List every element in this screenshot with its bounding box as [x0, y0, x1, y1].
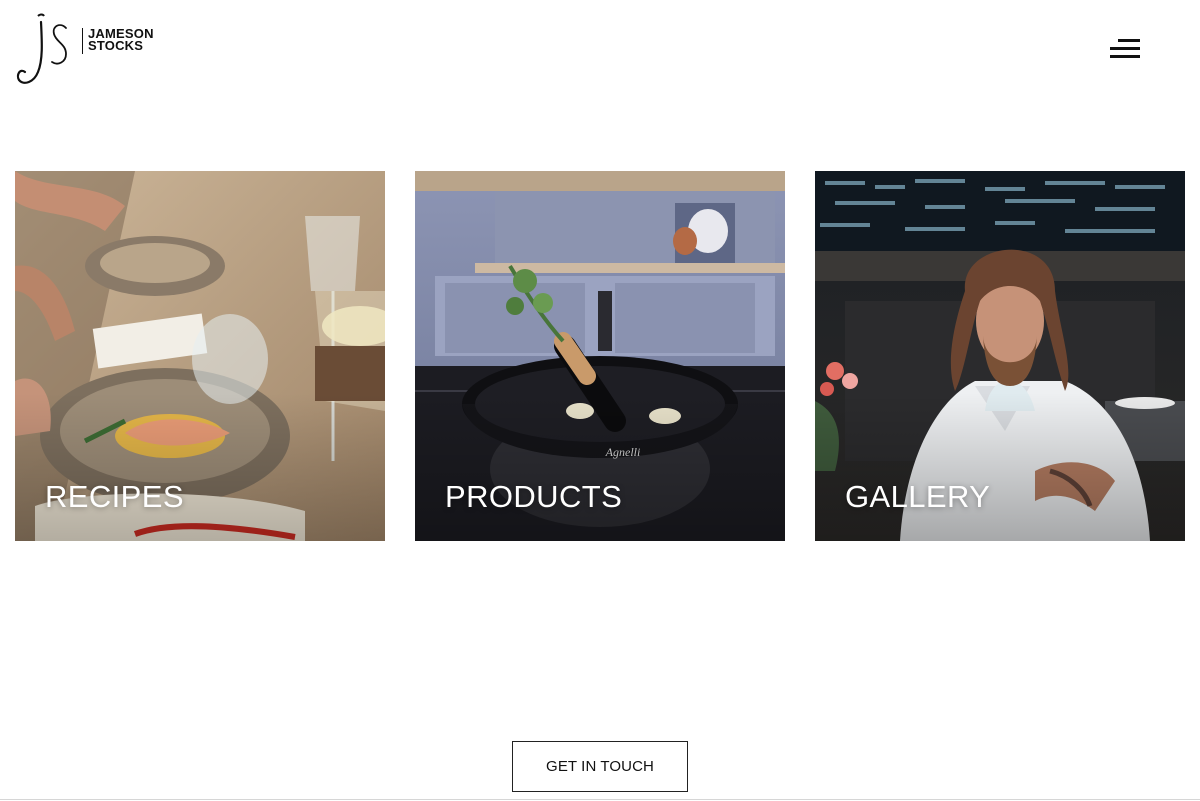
logo-line-2: STOCKS	[88, 38, 144, 53]
logo-wordmark: JAMESON STOCKS	[88, 27, 154, 53]
logo[interactable]: JAMESON STOCKS	[16, 12, 156, 86]
get-in-touch-button[interactable]: GET IN TOUCH	[512, 741, 688, 792]
footer-divider	[0, 799, 1200, 800]
gallery-card[interactable]: GALLERY	[815, 171, 1185, 541]
menu-line	[1110, 55, 1140, 58]
products-label: PRODUCTS	[445, 479, 623, 514]
js-monogram-logo	[16, 13, 67, 84]
menu-line	[1118, 39, 1140, 42]
gallery-label: GALLERY	[845, 479, 991, 514]
recipes-label: RECIPES	[45, 479, 184, 514]
menu-line	[1110, 47, 1140, 50]
recipes-card[interactable]: RECIPES	[15, 171, 385, 541]
logo-divider	[82, 28, 83, 54]
products-card[interactable]: Agnelli PRODUCTS	[415, 171, 785, 541]
hamburger-menu-icon[interactable]	[1106, 36, 1144, 66]
